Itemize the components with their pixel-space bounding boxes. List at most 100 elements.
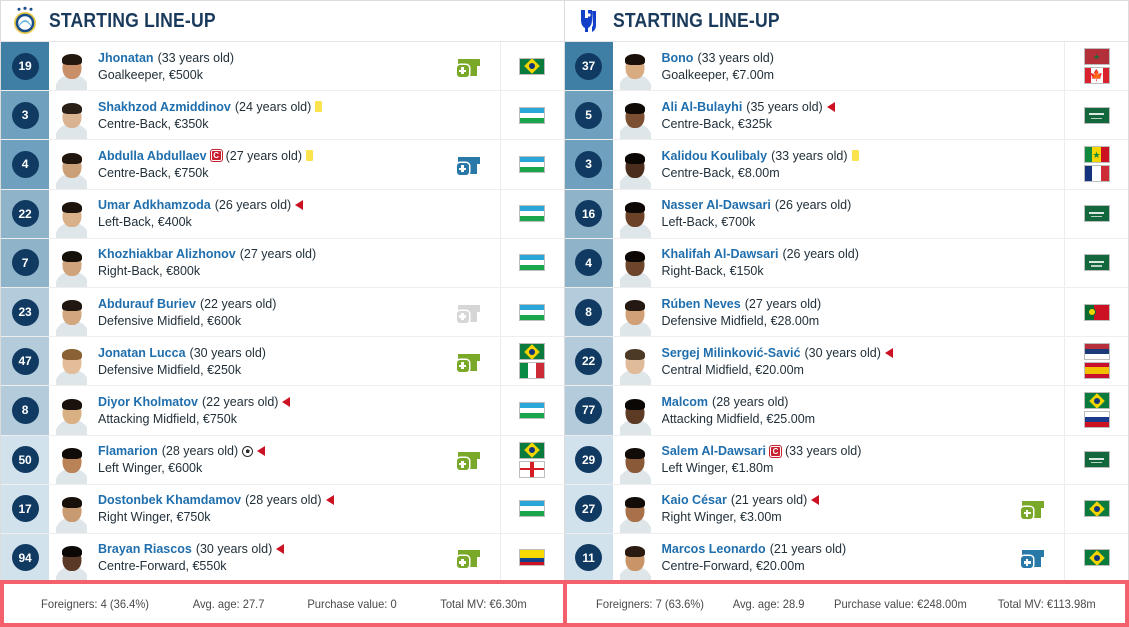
player-photo-cell[interactable] xyxy=(49,42,89,91)
player-name-link[interactable]: Diyor Kholmatov xyxy=(98,395,198,409)
player-row[interactable]: 50 Flamarion (28 years old) Left Winger, €6… xyxy=(1,435,564,485)
player-row[interactable]: 77 Malcom (28 years old) Attacking Midfield… xyxy=(564,386,1128,436)
player-name-link[interactable]: Kaio César xyxy=(662,493,727,507)
player-name-line: Ali Al-Bulayhi (35 years old) xyxy=(662,100,997,114)
player-row[interactable]: 4 Abdulla Abdullaev C (27 years old) Centre-… xyxy=(1,140,564,190)
player-row[interactable]: 37 Bono (33 years old) Goalkeeper, €7.00m ★ 🍁 xyxy=(564,42,1128,92)
player-photo-cell[interactable] xyxy=(49,436,89,484)
player-info: Dostonbek Khamdamov (28 years old) Right W… xyxy=(89,485,438,533)
club-crest-pakhtakor[interactable] xyxy=(10,6,40,36)
substitute-in-icon[interactable] xyxy=(456,155,480,175)
flag-uzbekistan xyxy=(519,155,545,173)
player-row[interactable]: 17 Dostonbek Khamdamov (28 years old) Right… xyxy=(1,484,564,534)
shirt-number: 7 xyxy=(11,249,39,277)
player-info: Bono (33 years old) Goalkeeper, €7.00m xyxy=(653,42,1003,90)
player-info: Umar Adkhamzoda (26 years old) Left-Back, … xyxy=(89,190,438,238)
player-photo-cell[interactable] xyxy=(613,239,653,287)
player-row[interactable]: 5 Ali Al-Bulayhi (35 years old) Centre-Back… xyxy=(564,91,1128,141)
player-photo-cell[interactable] xyxy=(613,288,653,337)
player-row[interactable]: 16 Nasser Al-Dawsari (26 years old) Left-Ba… xyxy=(564,189,1128,239)
player-name-link[interactable]: Khozhiakbar Alizhonov xyxy=(98,247,236,261)
player-name-link[interactable]: Brayan Riascos xyxy=(98,542,192,556)
player-photo-cell[interactable] xyxy=(613,386,653,435)
player-age: (33 years old) xyxy=(697,50,774,65)
player-name-line: Sergej Milinković-Savić (30 years old) xyxy=(662,346,997,360)
player-row[interactable]: 29 Salem Al-Dawsari C (33 years old) Left Wi… xyxy=(564,435,1128,485)
shirt-number-cell: 47 xyxy=(1,337,49,386)
panel-title: STARTING LINE-UP xyxy=(49,9,216,32)
player-photo-cell[interactable] xyxy=(49,239,89,287)
substitute-in-icon[interactable] xyxy=(1021,548,1044,569)
player-name-link[interactable]: Abdulla Abdullaev xyxy=(98,149,207,163)
substitute-in-icon[interactable] xyxy=(456,57,480,77)
player-age: (35 years old) xyxy=(746,99,823,114)
substitute-in-icon[interactable] xyxy=(456,548,480,569)
player-photo-cell[interactable] xyxy=(613,42,653,91)
shirt-number-cell: 8 xyxy=(564,287,613,337)
player-row[interactable]: 3 Kalidou Koulibaly (33 years old) Centre-B… xyxy=(564,140,1128,190)
player-photo-cell[interactable] xyxy=(613,534,653,583)
yellow-card-icon xyxy=(306,150,314,162)
substitute-in-icon[interactable] xyxy=(1021,499,1044,520)
player-name-link[interactable]: Abdurauf Buriev xyxy=(98,297,196,311)
player-row[interactable]: 47 Jonatan Lucca (30 years old) Defensive M… xyxy=(1,337,564,387)
player-name-link[interactable]: Khalifah Al-Dawsari xyxy=(662,247,779,261)
player-photo-cell[interactable] xyxy=(49,190,89,238)
player-row[interactable]: 8 Rúben Neves (27 years old) Defensive Midf… xyxy=(564,287,1128,338)
player-row[interactable]: 19 Jhonatan (33 years old) Goalkeeper, €500… xyxy=(1,42,564,92)
player-photo-cell[interactable] xyxy=(613,436,653,484)
player-name-link[interactable]: Ali Al-Bulayhi xyxy=(662,100,743,114)
player-row[interactable]: 3 Shakhzod Azmiddinov (24 years old) Centre… xyxy=(1,91,564,141)
player-name-link[interactable]: Bono xyxy=(662,51,694,65)
player-info: Abdurauf Buriev (22 years old) Defensive M… xyxy=(89,288,438,336)
player-row[interactable]: 27 Kaio César (21 years old) Right Winger, … xyxy=(564,484,1128,534)
summary-stat: Avg. age: 28.9 xyxy=(732,596,805,611)
player-name-link[interactable]: Jhonatan xyxy=(98,51,154,65)
player-name-link[interactable]: Sergej Milinković-Savić xyxy=(662,346,801,360)
player-name-link[interactable]: Rúben Neves xyxy=(662,297,741,311)
summary-stat: Total MV: €113.98m xyxy=(998,596,1097,611)
player-photo-cell[interactable] xyxy=(613,190,653,238)
player-name-link[interactable]: Marcos Leonardo xyxy=(662,542,766,556)
player-photo-cell[interactable] xyxy=(49,288,89,337)
substituted-off-icon xyxy=(826,101,835,112)
flag-brazil xyxy=(519,57,545,75)
player-photo-cell[interactable] xyxy=(613,140,653,189)
player-photo-cell[interactable] xyxy=(613,337,653,386)
summary-stat: Avg. age: 27.7 xyxy=(192,596,265,611)
player-photo-cell[interactable] xyxy=(49,140,89,189)
substitution-cell xyxy=(1002,190,1064,238)
player-row[interactable]: 23 Abdurauf Buriev (22 years old) Defensive… xyxy=(1,287,564,338)
substitute-unused-icon[interactable] xyxy=(456,303,480,323)
player-row[interactable]: 7 Khozhiakbar Alizhonov (27 years old) Righ… xyxy=(1,238,564,288)
player-photo-cell[interactable] xyxy=(49,91,89,140)
player-name-link[interactable]: Nasser Al-Dawsari xyxy=(662,198,771,212)
lineup-panel-home: STARTING LINE-UP 19 Jhonatan (33 years old)… xyxy=(0,0,565,627)
player-name-link[interactable]: Umar Adkhamzoda xyxy=(98,198,211,212)
player-name-link[interactable]: Malcom xyxy=(662,395,709,409)
player-row[interactable]: 8 Diyor Kholmatov (22 years old) Attacking … xyxy=(1,386,564,436)
player-position-value: Attacking Midfield, €750k xyxy=(98,411,237,426)
player-row[interactable]: 11 Marcos Leonardo (21 years old) Centre-Fo… xyxy=(564,533,1128,584)
player-photo-cell[interactable] xyxy=(49,337,89,386)
player-row[interactable]: 22 Sergej Milinković-Savić (30 years old) C… xyxy=(564,337,1128,387)
player-photo-cell[interactable] xyxy=(49,534,89,583)
player-name-link[interactable]: Dostonbek Khamdamov xyxy=(98,493,241,507)
player-row[interactable]: 22 Umar Adkhamzoda (26 years old) Left-Back… xyxy=(1,189,564,239)
substitute-in-icon[interactable] xyxy=(456,352,480,372)
player-name-link[interactable]: Salem Al-Dawsari xyxy=(662,444,766,458)
player-name-link[interactable]: Flamarion xyxy=(98,444,158,458)
player-photo-cell[interactable] xyxy=(613,485,653,533)
player-photo-cell[interactable] xyxy=(613,91,653,140)
player-name-link[interactable]: Jonatan Lucca xyxy=(98,346,186,360)
avatar xyxy=(56,345,87,386)
player-row[interactable]: 94 Brayan Riascos (30 years old) Centre-For… xyxy=(1,533,564,584)
club-crest-al-hilal[interactable] xyxy=(574,6,604,36)
player-row[interactable]: 4 Khalifah Al-Dawsari (26 years old) Right-… xyxy=(564,238,1128,288)
player-name-link[interactable]: Kalidou Koulibaly xyxy=(662,149,768,163)
player-photo-cell[interactable] xyxy=(49,485,89,533)
player-photo-cell[interactable] xyxy=(49,386,89,435)
player-name-link[interactable]: Shakhzod Azmiddinov xyxy=(98,100,231,114)
substitute-in-icon[interactable] xyxy=(456,450,480,471)
player-age: (28 years old) xyxy=(245,493,322,508)
